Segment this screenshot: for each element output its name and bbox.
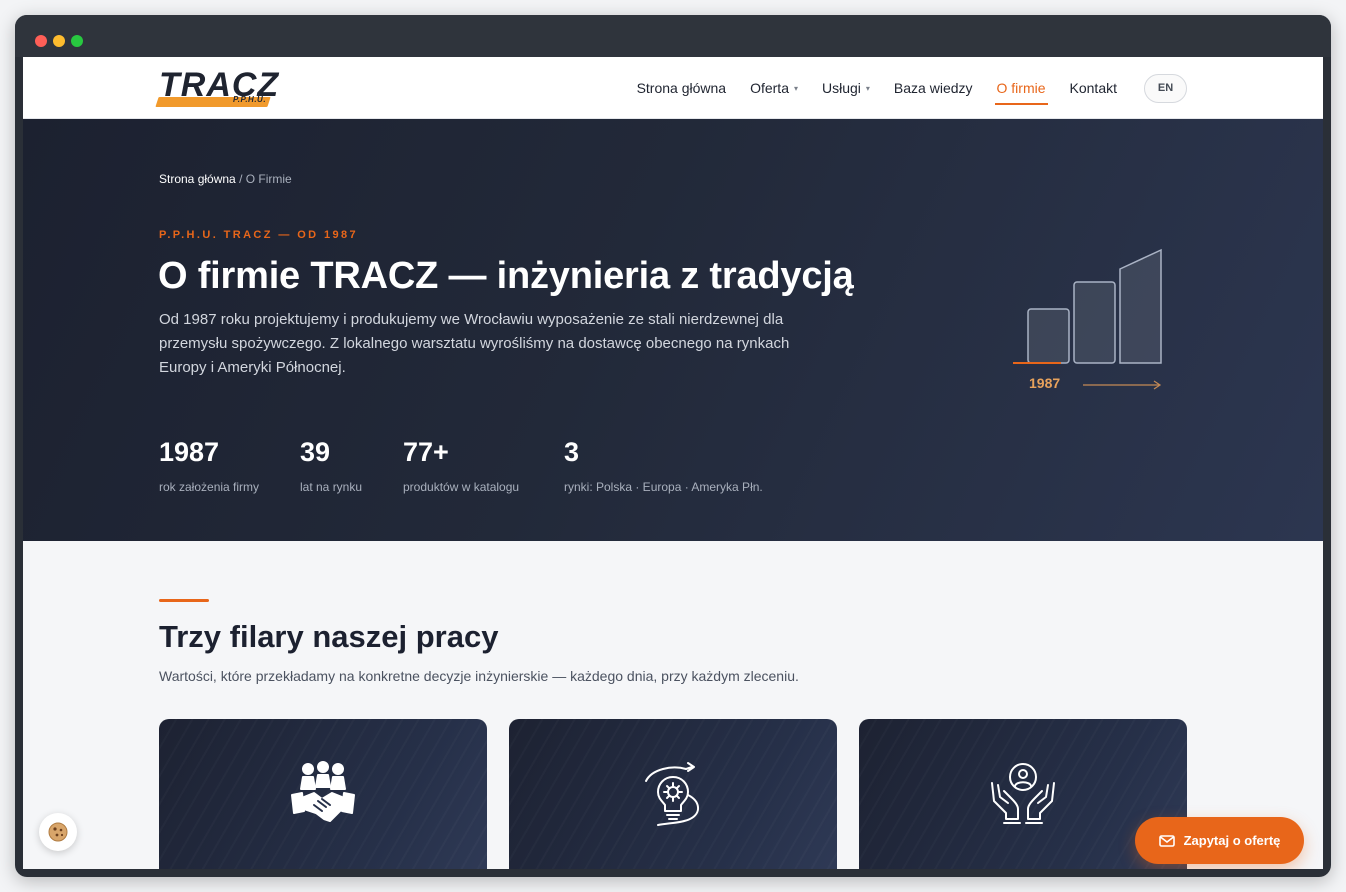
hands-care-person-icon [988,759,1058,829]
site-header: TRACZ P.P.H.U. Strona główna Oferta ▾ Us… [23,57,1323,119]
stat-founded: 1987 rok założenia firmy [159,437,259,494]
nav-item-knowledge-base[interactable]: Baza wiedzy [894,57,973,119]
main-nav: Strona główna Oferta ▾ Usługi ▾ Baza wie… [613,57,1187,119]
stat-label: produktów w katalogu [403,480,520,494]
envelope-icon [1158,834,1175,847]
lightbulb-gear-icon [638,759,708,829]
request-offer-button[interactable]: Zapytaj o ofertę [1135,817,1304,864]
browser-window: TRACZ P.P.H.U. Strona główna Oferta ▾ Us… [15,15,1331,877]
chevron-down-icon: ▾ [865,83,870,93]
hero-kicker: P.P.H.U. TRACZ — OD 1987 [159,229,359,241]
hero-description: Od 1987 roku projektujemy i produkujemy … [159,311,790,376]
nav-item-contact[interactable]: Kontakt [1070,57,1117,119]
stat-label: lat na rynku [300,480,363,494]
close-window-button[interactable] [35,35,47,47]
nav-item-offer[interactable]: Oferta ▾ [750,57,798,119]
section-accent-divider [159,599,209,602]
stat-value: 77+ [403,437,449,467]
cookie-icon [48,822,68,842]
page-viewport: TRACZ P.P.H.U. Strona główna Oferta ▾ Us… [23,57,1323,869]
request-offer-label: Zapytaj o ofertę [1183,833,1281,848]
nav-item-services[interactable]: Usługi ▾ [822,57,870,119]
pillar-card [159,719,487,869]
stat-markets: 3 rynki: Polska · Europa · Ameryka Płn. [564,437,763,494]
section-title: Trzy filary naszej pracy [159,619,499,654]
growth-graphic: 1987 [1013,247,1168,397]
breadcrumb-separator: / [239,172,246,186]
logo-subtitle: P.P.H.U. [233,95,267,104]
nav-item-label: Usługi [822,80,861,96]
graphic-year-label: 1987 [1029,375,1061,391]
tracz-logo[interactable]: TRACZ P.P.H.U. [155,67,278,109]
hero-section: Strona główna / O Firmie P.P.H.U. TRACZ … [23,119,1323,541]
pillar-card [509,719,837,869]
stat-label: rynki: Polska · Europa · Ameryka Płn. [564,480,763,494]
nav-item-home[interactable]: Strona główna [637,57,727,119]
stat-value: 1987 [159,437,220,467]
nav-item-label: O firmie [996,80,1046,96]
breadcrumb-current: O Firmie [245,172,292,186]
language-switch-button[interactable]: EN [1144,73,1187,103]
window-titlebar [15,15,1331,57]
stat-value: 39 [300,437,331,467]
breadcrumb: Strona główna / O Firmie [159,172,292,186]
pillars-section: Trzy filary naszej pracy Wartości, które… [23,541,1323,869]
nav-item-label: Oferta [750,80,789,96]
nav-item-about[interactable]: O firmie [994,57,1048,119]
breadcrumb-home-link[interactable]: Strona główna [159,172,236,186]
page-title: O firmie TRACZ — inżynieria z tradycją [158,255,854,297]
maximize-window-button[interactable] [71,35,83,47]
handshake-team-icon [288,759,358,829]
stat-value: 3 [564,437,580,467]
nav-item-label: Baza wiedzy [893,80,973,96]
cookie-settings-button[interactable] [39,813,77,851]
nav-item-label: Kontakt [1069,80,1117,96]
stat-products: 77+ produktów w katalogu [403,437,519,494]
stat-years: 39 lat na rynku [300,437,362,494]
minimize-window-button[interactable] [53,35,65,47]
stat-label: rok założenia firmy [159,480,260,494]
nav-item-label: Strona główna [636,80,727,96]
chevron-down-icon: ▾ [793,83,798,93]
section-subtitle: Wartości, które przekładamy na konkretne… [159,668,799,684]
